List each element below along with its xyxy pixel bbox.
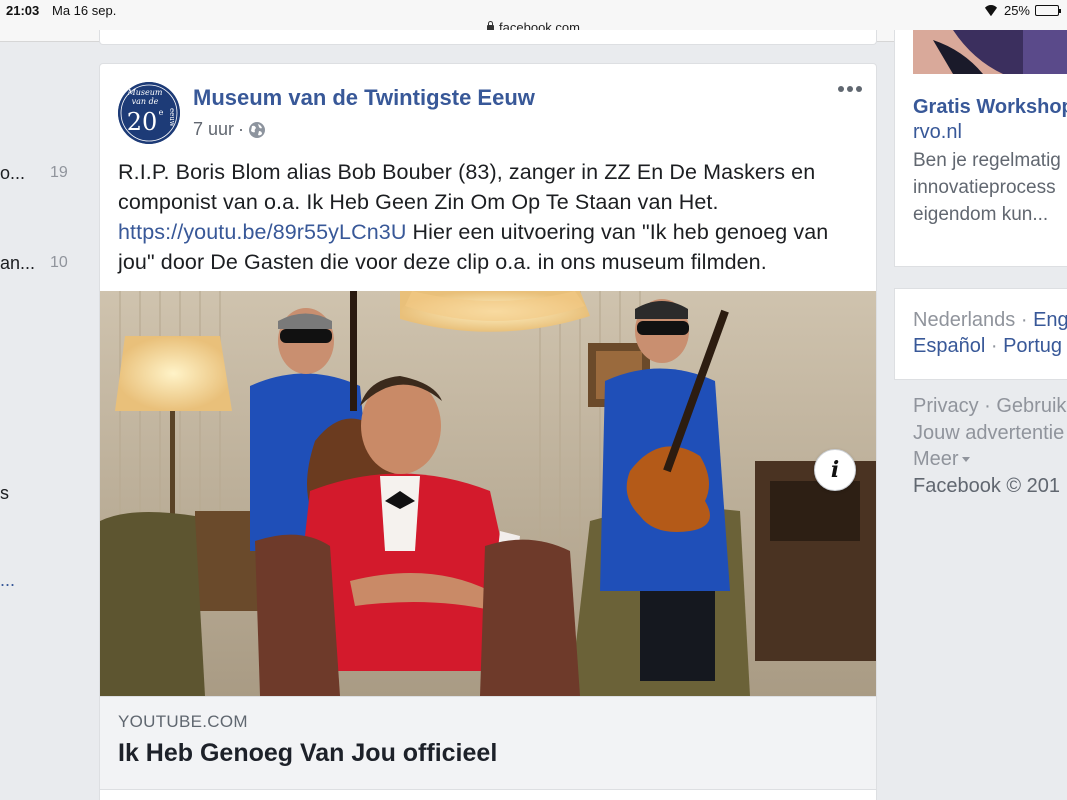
link-title[interactable]: Ik Heb Genoeg Van Jou officieel: [118, 739, 497, 768]
youtube-link[interactable]: https://youtu.be/89r55yLCn3U: [118, 220, 406, 244]
language-line-1: Nederlands · Eng: [913, 309, 1067, 332]
footer-more-link[interactable]: Meer: [913, 448, 959, 470]
previous-post-card: [99, 30, 877, 45]
page-avatar[interactable]: Museum van de 20 e eeuw: [118, 82, 180, 144]
footer-privacy-link[interactable]: Privacy: [913, 395, 979, 417]
avatar-text-side: eeuw: [168, 108, 176, 127]
language-sep: ·: [990, 335, 998, 357]
wifi-icon: [983, 5, 999, 16]
next-post-card: [99, 789, 877, 800]
post-body: R.I.P. Boris Blom alias Bob Bouber (83),…: [118, 157, 858, 277]
battery-percent: 25%: [1003, 3, 1030, 18]
avatar-text-line2: van de: [132, 97, 159, 106]
language-current: Nederlands: [913, 309, 1016, 331]
ad-desc-line: innovatieprocess: [913, 177, 1056, 198]
video-thumbnail[interactable]: [100, 291, 876, 696]
left-rail-count-1: 19: [50, 164, 68, 181]
language-selector: Nederlands · Eng Español · Portug: [894, 288, 1067, 380]
status-indicators: 25%: [983, 3, 1061, 18]
ad-description: Ben je regelmatig innovatieprocess eigen…: [913, 147, 1061, 228]
left-rail-count-2: 10: [50, 254, 68, 271]
language-spanish[interactable]: Español: [913, 335, 985, 357]
ad-desc-line: Ben je regelmatig: [913, 150, 1061, 171]
post-meta: 7 uur ·: [193, 119, 266, 140]
status-date: Ma 16 sep.: [52, 3, 117, 18]
left-rail-item-2[interactable]: an...: [0, 253, 35, 274]
language-line-2: Español · Portug: [913, 335, 1062, 358]
left-rail-item-3[interactable]: s: [0, 483, 9, 504]
language-portuguese[interactable]: Portug: [1003, 335, 1062, 357]
ad-image[interactable]: [913, 30, 1067, 74]
link-preview[interactable]: YOUTUBE.COM Ik Heb Genoeg Van Jou offici…: [100, 696, 876, 799]
ad-title[interactable]: Gratis Workshop: [913, 96, 1067, 119]
page-name-link[interactable]: Museum van de Twintigste Eeuw: [193, 85, 535, 111]
caret-down-icon: [961, 457, 970, 463]
footer-ads-link[interactable]: Jouw advertentie: [913, 422, 1064, 444]
status-time: 21:03: [6, 3, 40, 18]
footer-terms-link[interactable]: Gebruik: [996, 395, 1066, 417]
left-rail-more-link[interactable]: ...: [0, 570, 15, 591]
left-rail: o... 19 an... 10 s ...: [0, 43, 90, 800]
info-button[interactable]: i: [814, 449, 856, 491]
language-english[interactable]: Eng: [1033, 309, 1067, 331]
avatar-text-line1: Museum: [127, 88, 163, 97]
ad-domain[interactable]: rvo.nl: [913, 121, 962, 144]
footer-copyright: Facebook © 201: [913, 474, 1061, 497]
sponsored-ad-card[interactable]: Gratis Workshop rvo.nl Ben je regelmatig…: [894, 30, 1067, 267]
post-options-icon[interactable]: [838, 86, 862, 92]
globe-icon[interactable]: [248, 121, 266, 139]
left-rail-item-1[interactable]: o...: [0, 163, 25, 184]
footer-links: Privacy · Gebruik Jouw advertentie Meer …: [913, 393, 1066, 499]
avatar-text-sup: e: [159, 108, 164, 117]
meta-separator: ·: [238, 119, 245, 139]
avatar-text-big: 20: [127, 108, 158, 136]
post-text-before: R.I.P. Boris Blom alias Bob Bouber (83),…: [118, 160, 816, 214]
link-domain: YOUTUBE.COM: [118, 712, 248, 731]
museum-logo-icon: Museum van de 20 e eeuw: [118, 82, 180, 144]
ad-desc-line: eigendom kun...: [913, 204, 1049, 225]
footer-sep: ·: [984, 395, 991, 417]
language-sep: ·: [1020, 309, 1028, 331]
post-time[interactable]: 7 uur: [193, 119, 234, 140]
battery-icon: [1035, 5, 1061, 16]
feed-post: Museum van de 20 e eeuw Museum van de Tw…: [99, 63, 877, 800]
video-still-image: [100, 291, 876, 696]
